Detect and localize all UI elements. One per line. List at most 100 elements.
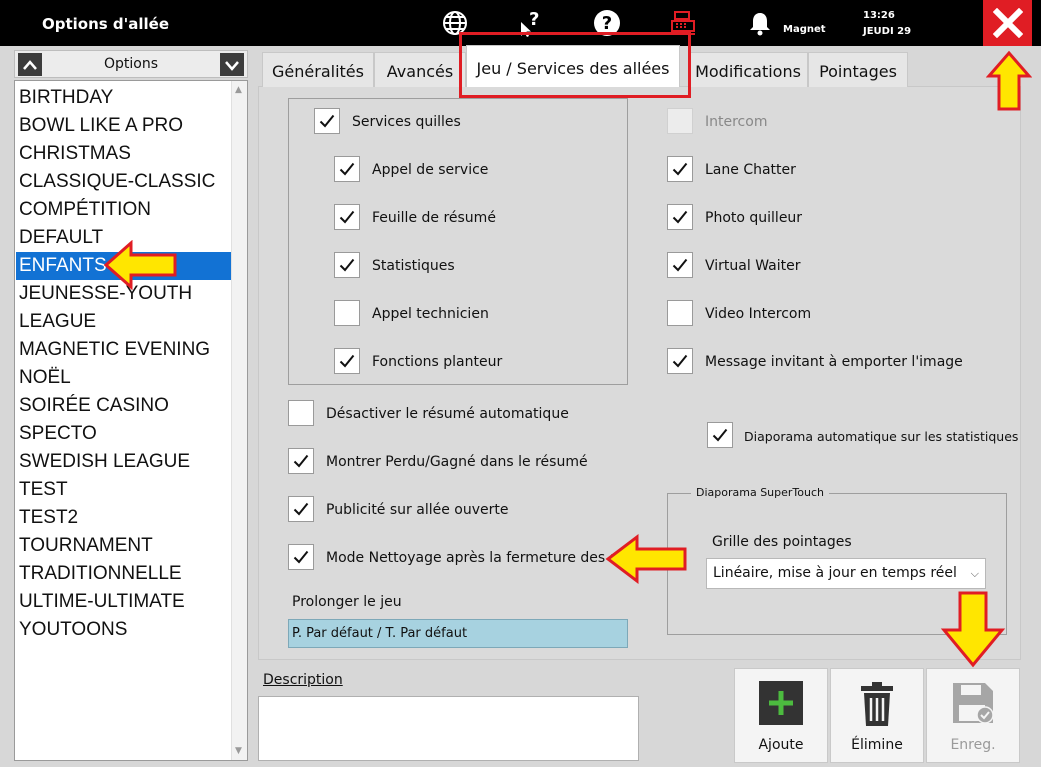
statistiques-checkbox[interactable] — [334, 252, 360, 278]
grille-select[interactable]: Linéaire, mise à jour en temps réel ⌵ — [706, 558, 986, 589]
fonctions-planteur-label: Fonctions planteur — [372, 354, 503, 370]
enreg-button: Enreg. — [926, 668, 1020, 763]
services-quilles-checkbox[interactable] — [314, 108, 340, 134]
statistiques-label: Statistiques — [372, 258, 455, 274]
fonctions-planteur-checkbox[interactable] — [334, 348, 360, 374]
date: JEUDI 29 — [863, 26, 912, 37]
prolonger-field[interactable]: P. Par défaut / T. Par défaut — [288, 619, 628, 648]
description-label-text: Description — [263, 672, 343, 688]
list-item[interactable]: COMPÉTITION — [16, 196, 232, 224]
list-item[interactable]: MAGNETIC EVENING — [16, 336, 232, 364]
list-item[interactable]: TEST — [16, 476, 232, 504]
list-item[interactable]: LEAGUE — [16, 308, 232, 336]
scrollbar-up-arrow-icon[interactable]: ▲ — [235, 85, 242, 95]
trash-icon — [861, 682, 893, 726]
list-item[interactable]: SPECTO — [16, 420, 232, 448]
desactiver-resume-checkbox[interactable] — [288, 400, 314, 426]
options-list[interactable]: BIRTHDAY BOWL LIKE A PRO CHRISTMAS CLASS… — [14, 80, 248, 761]
scrollbar-down-arrow-icon[interactable]: ▼ — [235, 746, 242, 756]
list-item[interactable]: CLASSIQUE-CLASSIC — [16, 168, 232, 196]
appel-service-checkbox[interactable] — [334, 156, 360, 182]
photo-quilleur-label: Photo quilleur — [705, 210, 803, 226]
list-scrollbar[interactable]: ▲ ▼ — [231, 81, 247, 760]
appel-technicien-label: Appel technicien — [372, 306, 489, 322]
check-icon — [293, 502, 309, 516]
check-icon — [712, 428, 728, 442]
check-icon — [339, 210, 355, 224]
lane-chatter-label: Lane Chatter — [705, 162, 796, 178]
list-item[interactable]: YOUTOONS — [16, 616, 232, 644]
publicite-checkbox[interactable] — [288, 496, 314, 522]
chevron-down-icon — [225, 60, 239, 71]
ajoute-label: Ajoute — [758, 737, 804, 753]
list-item[interactable]: SOIRÉE CASINO — [16, 392, 232, 420]
mode-nettoyage-checkbox[interactable] — [288, 544, 314, 570]
chevron-up-icon — [23, 59, 37, 70]
list-item[interactable]: TEST2 — [16, 504, 232, 532]
intercom-label: Intercom — [705, 114, 768, 130]
tab-modifications[interactable]: Modifications — [688, 52, 808, 87]
video-intercom-checkbox[interactable] — [667, 300, 693, 326]
elimine-button[interactable]: Élimine — [830, 668, 924, 763]
scroll-down-button[interactable] — [220, 53, 244, 76]
list-item[interactable]: BIRTHDAY — [16, 84, 232, 112]
prolonger-label: Prolonger le jeu — [292, 594, 402, 610]
tab-pointages[interactable]: Pointages — [808, 52, 908, 87]
scroll-up-button[interactable] — [18, 53, 42, 76]
list-item[interactable]: TRADITIONNELLE — [16, 560, 232, 588]
tab-generalites[interactable]: Généralités — [262, 52, 374, 87]
list-item[interactable]: CHRISTMAS — [16, 140, 232, 168]
check-icon — [672, 210, 688, 224]
user-name: Magnet — [783, 24, 826, 35]
list-item[interactable]: NOËL — [16, 364, 232, 392]
check-icon — [339, 354, 355, 368]
list-item[interactable]: ULTIME-ULTIMATE — [16, 588, 232, 616]
window-title: Options d'allée — [42, 15, 170, 33]
check-icon — [319, 114, 335, 128]
ajoute-button[interactable]: Ajoute — [734, 668, 828, 763]
diaporama-stats-checkbox[interactable] — [707, 422, 733, 448]
intercom-checkbox — [667, 108, 693, 134]
grille-select-value: Linéaire, mise à jour en temps réel — [713, 565, 957, 581]
add-icon — [759, 681, 803, 725]
list-item[interactable]: SWEDISH LEAGUE — [16, 448, 232, 476]
check-icon — [293, 454, 309, 468]
svg-text:?: ? — [602, 13, 612, 34]
message-emporter-checkbox[interactable] — [667, 348, 693, 374]
clock: 13:26 JEUDI 29 — [863, 8, 911, 40]
publicite-label: Publicité sur allée ouverte — [326, 502, 509, 518]
grille-label: Grille des pointages — [712, 534, 852, 550]
services-group-box — [288, 98, 628, 385]
elimine-label: Élimine — [851, 737, 903, 753]
services-quilles-label: Services quilles — [352, 114, 461, 130]
feuille-resume-checkbox[interactable] — [334, 204, 360, 230]
tab-avances[interactable]: Avancés — [374, 52, 466, 87]
tab-highlight-annotation — [459, 32, 691, 98]
photo-quilleur-checkbox[interactable] — [667, 204, 693, 230]
close-button[interactable] — [983, 0, 1032, 46]
arrow-left-annotation-icon — [605, 534, 687, 584]
virtual-waiter-checkbox[interactable] — [667, 252, 693, 278]
arrow-down-annotation-icon — [940, 591, 1006, 668]
arrow-up-annotation-icon — [986, 50, 1032, 111]
save-icon — [953, 683, 994, 724]
description-field[interactable] — [258, 696, 639, 761]
list-item[interactable]: TOURNAMENT — [16, 532, 232, 560]
appel-technicien-checkbox[interactable] — [334, 300, 360, 326]
description-label: Description — [263, 672, 343, 688]
chevron-down-icon: ⌵ — [970, 567, 979, 580]
svg-text:?: ? — [529, 9, 539, 30]
bell-icon[interactable] — [745, 8, 775, 38]
appel-service-label: Appel de service — [372, 162, 489, 178]
check-icon — [672, 354, 688, 368]
time: 13:26 — [863, 10, 895, 21]
montrer-perdu-checkbox[interactable] — [288, 448, 314, 474]
check-icon — [672, 162, 688, 176]
diaporama-stats-label: Diaporama automatique sur les statistiqu… — [744, 429, 1019, 444]
virtual-waiter-label: Virtual Waiter — [705, 258, 801, 274]
check-icon — [293, 550, 309, 564]
check-icon — [339, 258, 355, 272]
list-item[interactable]: BOWL LIKE A PRO — [16, 112, 232, 140]
close-icon — [992, 8, 1023, 38]
lane-chatter-checkbox[interactable] — [667, 156, 693, 182]
